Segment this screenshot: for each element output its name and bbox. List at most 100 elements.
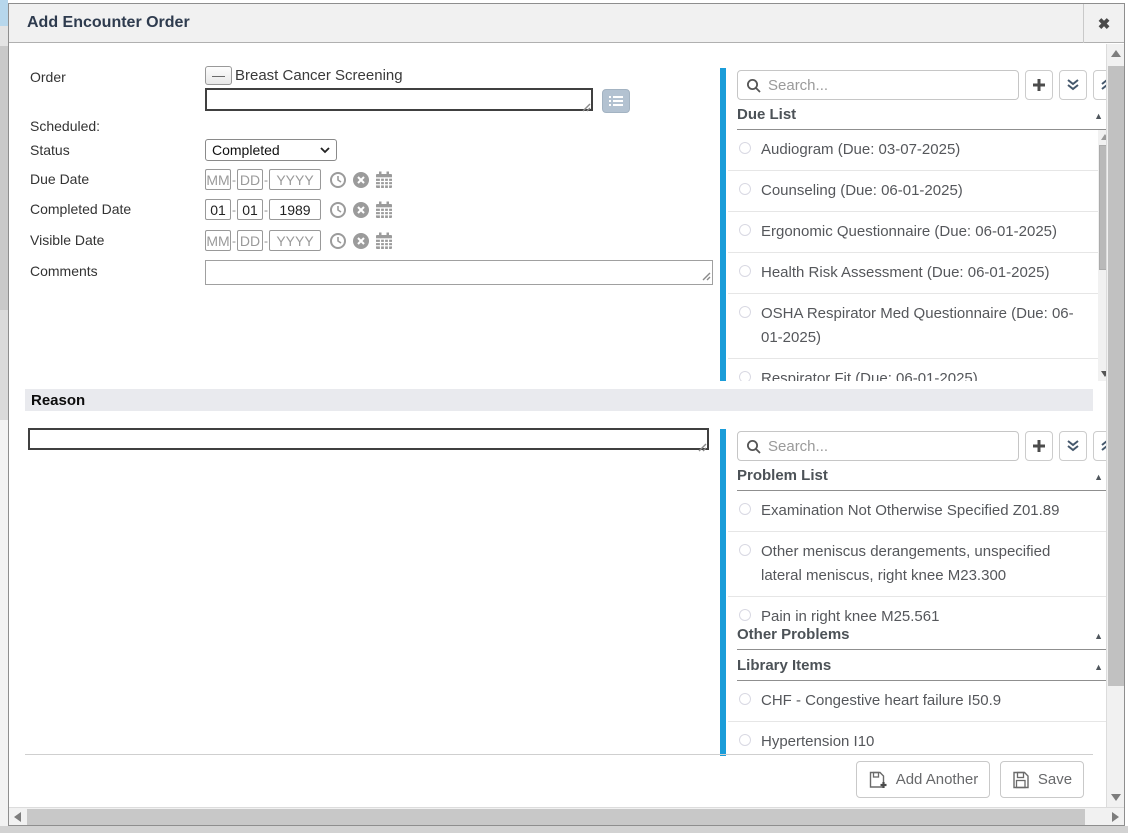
scroll-left-arrow[interactable] (14, 812, 21, 822)
calendar-icon[interactable] (375, 171, 393, 189)
clock-icon[interactable] (329, 201, 347, 219)
scroll-up-arrow[interactable] (1111, 50, 1121, 57)
due-date-month-input[interactable]: MM (205, 169, 231, 190)
collapse-arrow-icon[interactable]: ▲ (1094, 631, 1103, 641)
add-another-button[interactable]: Add Another (856, 761, 990, 798)
calendar-icon[interactable] (375, 201, 393, 219)
item-radio-icon (739, 183, 751, 195)
due-date-row: MM - DD - YYYY (205, 169, 393, 190)
due-list-header-label: Due List (737, 106, 796, 123)
reason-input[interactable] (28, 428, 709, 450)
due-list-item[interactable]: Ergonomic Questionnaire (Due: 06-01-2025… (728, 212, 1098, 253)
scroll-down-arrow[interactable] (1111, 794, 1121, 801)
problem-list-section-header: Problem List ▲ (737, 467, 1112, 491)
item-radio-icon (739, 371, 751, 381)
clock-icon[interactable] (329, 232, 347, 250)
due-list-item[interactable]: Health Risk Assessment (Due: 06-01-2025) (728, 253, 1098, 294)
visible-date-year-input[interactable]: YYYY (269, 230, 321, 251)
scrollbar-thumb[interactable] (27, 809, 1085, 825)
completed-date-day-input[interactable]: 01 (237, 199, 263, 220)
due-date-label: Due Date (30, 171, 89, 187)
due-list-item-label: Respirator Fit (Due: 06-01-2025) (761, 367, 978, 381)
list-icon (608, 95, 624, 107)
close-button[interactable]: ✖ (1083, 4, 1124, 43)
dialog-vertical-scrollbar[interactable] (1106, 44, 1124, 807)
library-items-list: CHF - Congestive heart failure I50.9 Hyp… (728, 681, 1112, 754)
order-selected-tag: — Breast Cancer Screening (205, 66, 403, 85)
add-due-item-button[interactable] (1025, 70, 1053, 100)
library-list-item[interactable]: Hypertension I10 (728, 722, 1112, 754)
other-problems-header-label: Other Problems (737, 626, 850, 643)
visible-date-label: Visible Date (30, 232, 104, 248)
item-radio-icon (739, 544, 751, 556)
other-problems-section-header: Other Problems ▲ (737, 626, 1112, 650)
completed-date-month-input[interactable]: 01 (205, 199, 231, 220)
due-search-row (737, 70, 1121, 100)
problem-list-item[interactable]: Other meniscus derangements, unspecified… (728, 532, 1112, 597)
date-separator: - (264, 173, 268, 187)
screen: Add Encounter Order ✖ Order Scheduled: S… (0, 0, 1128, 833)
problem-list-panel: Problem List ▲ Examination Not Otherwise… (720, 429, 1112, 756)
remove-order-button[interactable]: — (205, 66, 232, 85)
collapse-arrow-icon[interactable]: ▲ (1094, 111, 1103, 121)
due-list-item[interactable]: OSHA Respirator Med Questionnaire (Due: … (728, 294, 1098, 359)
comments-input[interactable] (205, 260, 713, 285)
clock-icon[interactable] (329, 171, 347, 189)
visible-date-month-input[interactable]: MM (205, 230, 231, 251)
due-date-day-input[interactable]: DD (237, 169, 263, 190)
scrollbar-thumb[interactable] (1108, 66, 1124, 686)
item-radio-icon (739, 609, 751, 621)
save-plus-icon (868, 771, 888, 789)
scroll-right-arrow[interactable] (1112, 812, 1119, 822)
calendar-icon[interactable] (375, 232, 393, 250)
visible-date-row: MM - DD - YYYY (205, 230, 393, 251)
panel-accent-bar (720, 429, 726, 756)
panel-accent-bar (720, 68, 726, 381)
save-button[interactable]: Save (1000, 761, 1084, 798)
due-list-item-label: Counseling (Due: 06-01-2025) (761, 179, 963, 203)
problem-list-item[interactable]: Pain in right knee M25.561 (728, 597, 1112, 624)
date-separator: - (264, 234, 268, 248)
due-list-item-label: Ergonomic Questionnaire (Due: 06-01-2025… (761, 220, 1057, 244)
clear-date-icon[interactable] (352, 171, 370, 189)
item-radio-icon (739, 306, 751, 318)
problem-item-label: Examination Not Otherwise Specified Z01.… (761, 499, 1059, 523)
order-search-input[interactable] (205, 88, 593, 111)
background-segment (0, 310, 8, 420)
collapse-arrow-icon[interactable]: ▲ (1094, 472, 1103, 482)
add-problem-button[interactable] (1025, 431, 1053, 461)
clear-date-icon[interactable] (352, 232, 370, 250)
plus-icon (1032, 78, 1046, 92)
order-label: Order (30, 69, 66, 85)
expand-all-button[interactable] (1059, 431, 1087, 461)
due-list-section-header: Due List ▲ (737, 106, 1112, 130)
problem-list-item[interactable]: Examination Not Otherwise Specified Z01.… (728, 491, 1112, 532)
order-list-button[interactable] (602, 89, 630, 113)
dialog-titlebar: Add Encounter Order ✖ (9, 4, 1124, 43)
item-radio-icon (739, 503, 751, 515)
library-list-item[interactable]: CHF - Congestive heart failure I50.9 (728, 681, 1112, 722)
completed-date-year-input[interactable]: 1989 (269, 199, 321, 220)
scheduled-label: Scheduled: (30, 118, 100, 134)
due-list-item[interactable]: Respirator Fit (Due: 06-01-2025) (728, 359, 1098, 381)
status-selected-value: Completed (212, 142, 280, 158)
due-list-item[interactable]: Audiogram (Due: 03-07-2025) (728, 130, 1098, 171)
problem-search-input[interactable] (768, 433, 1013, 459)
background-segment (0, 26, 8, 46)
add-another-label: Add Another (896, 771, 979, 788)
due-list-item[interactable]: Counseling (Due: 06-01-2025) (728, 171, 1098, 212)
due-search-box (737, 70, 1019, 100)
clear-date-icon[interactable] (352, 201, 370, 219)
due-list-panel: Due List ▲ Audiogram (Due: 03-07-2025) C… (720, 68, 1112, 381)
due-search-input[interactable] (768, 72, 1013, 98)
dialog-horizontal-scrollbar[interactable] (9, 807, 1124, 825)
due-date-year-input[interactable]: YYYY (269, 169, 321, 190)
expand-all-button[interactable] (1059, 70, 1087, 100)
visible-date-day-input[interactable]: DD (237, 230, 263, 251)
item-radio-icon (739, 734, 751, 746)
date-separator: - (264, 203, 268, 217)
status-select[interactable]: Completed (205, 139, 337, 161)
order-tag-label: Breast Cancer Screening (235, 67, 403, 84)
dialog-content: Order Scheduled: Status Due Date Complet… (9, 44, 1106, 808)
collapse-arrow-icon[interactable]: ▲ (1094, 662, 1103, 672)
